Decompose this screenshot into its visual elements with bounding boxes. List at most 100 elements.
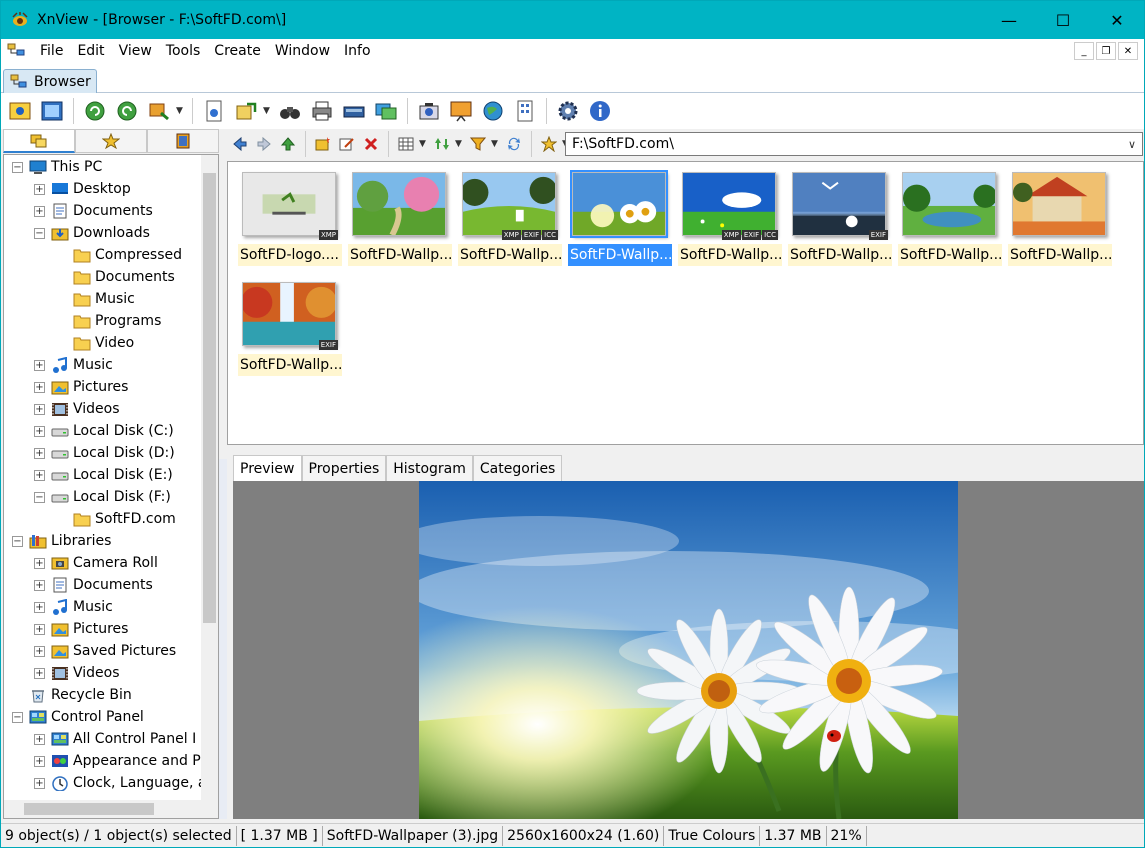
collapse-icon[interactable]: − [12, 161, 23, 173]
tree-item[interactable]: + Pictures [34, 376, 128, 398]
find-button[interactable] [275, 96, 305, 126]
rename-button[interactable] [336, 133, 358, 155]
mdi-restore-button[interactable]: ❐ [1096, 42, 1116, 60]
settings-button[interactable] [553, 96, 583, 126]
tree-item[interactable]: + Pictures [34, 618, 128, 640]
maximize-button[interactable]: ☐ [1036, 1, 1090, 39]
horizontal-splitter[interactable] [227, 445, 1144, 453]
expand-icon[interactable]: + [34, 667, 45, 679]
tree-item[interactable]: + Local Disk (E:) [34, 464, 173, 486]
mdi-close-button[interactable]: ✕ [1118, 42, 1138, 60]
menu-create[interactable]: Create [207, 39, 268, 63]
expand-icon[interactable]: + [34, 557, 45, 569]
view-fullscreen-button[interactable] [5, 96, 35, 126]
thumbnail-item[interactable]: SoftFD-Wallp... [568, 166, 672, 266]
tree-item[interactable]: + Saved Pictures [34, 640, 176, 662]
tree-item[interactable]: Compressed [56, 244, 182, 266]
tab-categories[interactable] [147, 129, 219, 153]
web-page-button[interactable] [478, 96, 508, 126]
tree-item[interactable]: + Documents [34, 574, 153, 596]
properties-button[interactable] [199, 96, 229, 126]
about-button[interactable] [585, 96, 615, 126]
scrollbar-thumb[interactable] [24, 803, 154, 815]
new-folder-button[interactable] [312, 133, 334, 155]
tree-item[interactable]: + Local Disk (C:) [34, 420, 174, 442]
tree-item[interactable]: Recycle Bin [12, 684, 132, 706]
collapse-icon[interactable]: − [34, 491, 45, 503]
slideshow-button[interactable] [37, 96, 67, 126]
expand-icon[interactable]: + [34, 755, 45, 767]
tree-item[interactable]: Documents [56, 266, 175, 288]
tab-favorites[interactable] [75, 129, 147, 153]
tree-item[interactable]: − Downloads [34, 222, 150, 244]
tree-horizontal-scrollbar[interactable] [4, 800, 218, 818]
collapse-icon[interactable]: − [12, 535, 23, 547]
view-mode-button[interactable] [395, 133, 417, 155]
tab-properties[interactable]: Properties [301, 455, 387, 481]
chevron-down-icon[interactable]: ∨ [1122, 138, 1142, 151]
tree-item[interactable]: + All Control Panel I [34, 728, 196, 750]
thumbnail-item[interactable]: XMP SoftFD-logo.... [238, 166, 342, 266]
capture-button[interactable] [414, 96, 444, 126]
expand-icon[interactable]: + [34, 205, 45, 217]
convert-button[interactable] [371, 96, 401, 126]
contact-sheet-button[interactable] [510, 96, 540, 126]
thumbnail-item[interactable]: SoftFD-Wallp... [348, 166, 452, 266]
tab-histogram[interactable]: Histogram [386, 455, 473, 481]
expand-icon[interactable]: + [34, 579, 45, 591]
tree-item[interactable]: SoftFD.com [56, 508, 176, 530]
scan-button[interactable] [339, 96, 369, 126]
filter-dropdown-icon[interactable]: ▼ [491, 139, 501, 149]
thumbnail-item[interactable]: XMP EXIF ICC SoftFD-Wallp... [458, 166, 562, 266]
refresh-button[interactable] [503, 133, 525, 155]
menu-file[interactable]: File [33, 39, 70, 63]
minimize-button[interactable]: — [982, 1, 1036, 39]
tree-item[interactable]: + Appearance and P [34, 750, 201, 772]
expand-icon[interactable]: + [34, 381, 45, 393]
move-copy-dropdown-icon[interactable]: ▼ [263, 106, 273, 116]
menu-edit[interactable]: Edit [70, 39, 111, 63]
back-button[interactable] [229, 133, 251, 155]
rotate-right-button[interactable] [112, 96, 142, 126]
delete-button[interactable] [360, 133, 382, 155]
tree-vertical-scrollbar[interactable] [201, 155, 218, 801]
tree-item[interactable]: + Videos [34, 398, 120, 420]
forward-button[interactable] [253, 133, 275, 155]
tree-item[interactable]: Music [56, 288, 135, 310]
expand-icon[interactable]: + [34, 469, 45, 481]
vertical-splitter[interactable] [219, 459, 227, 819]
thumbnail-item[interactable]: EXIF SoftFD-Wallp... [788, 166, 892, 266]
thumbnail-item[interactable]: SoftFD-Wallp... [898, 166, 1002, 266]
address-bar[interactable]: F:\SoftFD.com\ ∨ [565, 132, 1143, 156]
collapse-icon[interactable]: − [12, 711, 23, 723]
expand-icon[interactable]: + [34, 403, 45, 415]
tree-item[interactable]: + Videos [34, 662, 120, 684]
thumbnail-item[interactable]: XMP EXIF ICC SoftFD-Wallp... [678, 166, 782, 266]
slideshow-create-button[interactable] [446, 96, 476, 126]
tree-item[interactable]: − Local Disk (F:) [34, 486, 171, 508]
print-button[interactable] [307, 96, 337, 126]
menu-view[interactable]: View [112, 39, 159, 63]
favorites-button[interactable] [538, 133, 560, 155]
expand-icon[interactable]: + [34, 425, 45, 437]
tree-item[interactable]: − This PC [12, 156, 102, 178]
tree-item[interactable]: Programs [56, 310, 161, 332]
tab-categories[interactable]: Categories [472, 455, 563, 481]
tree-item[interactable]: Video [56, 332, 134, 354]
menu-window[interactable]: Window [268, 39, 337, 63]
collapse-icon[interactable]: − [34, 227, 45, 239]
transform-button[interactable] [144, 96, 174, 126]
transform-dropdown-icon[interactable]: ▼ [176, 106, 186, 116]
mdi-minimize-button[interactable]: _ [1074, 42, 1094, 60]
sort-dropdown-icon[interactable]: ▼ [455, 139, 465, 149]
expand-icon[interactable]: + [34, 645, 45, 657]
tree-item[interactable]: − Libraries [12, 530, 111, 552]
tree-item[interactable]: + Clock, Language, a [34, 772, 207, 794]
move-copy-button[interactable] [231, 96, 261, 126]
rotate-left-button[interactable] [80, 96, 110, 126]
expand-icon[interactable]: + [34, 183, 45, 195]
expand-icon[interactable]: + [34, 359, 45, 371]
sort-button[interactable] [431, 133, 453, 155]
menu-tools[interactable]: Tools [159, 39, 208, 63]
tree-item[interactable]: + Desktop [34, 178, 131, 200]
